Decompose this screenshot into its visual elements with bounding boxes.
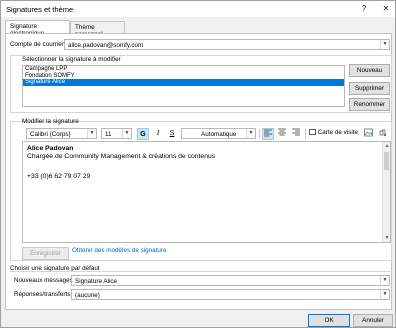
- business-card-button[interactable]: Carte de visite: [309, 129, 358, 139]
- business-card-label: Carte de visite: [317, 129, 358, 136]
- bold-button[interactable]: G: [137, 128, 149, 140]
- delete-button[interactable]: Supprimer: [349, 82, 390, 95]
- new-messages-value: Signature Alice: [75, 277, 118, 285]
- account-label: Compte de courrier: [10, 41, 64, 48]
- new-messages-label: Nouveaux messages :: [14, 277, 77, 284]
- align-center-icon[interactable]: [276, 128, 288, 140]
- ok-button[interactable]: OK: [308, 314, 350, 327]
- chevron-down-icon: ▼: [122, 129, 131, 138]
- underline-button[interactable]: S: [166, 128, 178, 140]
- account-value: alice.padovan@somfy.com: [68, 41, 144, 49]
- list-item-selected[interactable]: Signature Alice: [23, 79, 344, 86]
- font-value: Calibri (Corps): [30, 130, 71, 138]
- italic-button[interactable]: I: [152, 128, 164, 140]
- insert-link-icon[interactable]: [376, 128, 388, 140]
- align-left-icon[interactable]: [262, 128, 274, 140]
- scroll-thumb[interactable]: [384, 152, 389, 170]
- replies-value: (aucune): [75, 291, 100, 299]
- align-right-icon[interactable]: [290, 128, 302, 140]
- chevron-down-icon: ▼: [380, 290, 389, 299]
- business-card-icon: [309, 129, 316, 136]
- get-templates-link[interactable]: Obtenir des modèles de signature: [72, 247, 167, 254]
- chevron-down-icon: ▼: [87, 129, 96, 138]
- select-signature-label: Sélectionner la signature à modifier: [22, 56, 121, 63]
- toolbar-separator: [305, 129, 306, 139]
- signatures-dialog: Signatures et thème ? ✕ Signature électr…: [0, 0, 396, 328]
- replies-label: Réponses/transferts :: [14, 291, 74, 298]
- rename-button[interactable]: Renommer: [349, 98, 390, 111]
- font-select[interactable]: Calibri (Corps) ▼: [26, 128, 97, 139]
- signature-name: Alice Padovan: [27, 145, 74, 152]
- close-button[interactable]: ✕: [379, 3, 393, 15]
- tab-signature[interactable]: Signature électronique: [5, 20, 70, 37]
- title-bar: Signatures et thème ? ✕: [1, 1, 395, 17]
- save-button[interactable]: Enregistrer: [22, 247, 69, 260]
- scroll-up-icon[interactable]: ▲: [383, 142, 391, 150]
- edit-signature-label: Modifier la signature: [22, 118, 79, 125]
- signature-list[interactable]: Campagne LPP Fondation SOMFY Signature A…: [22, 65, 345, 107]
- color-value: Automatique: [201, 130, 237, 138]
- font-size-value: 11: [105, 130, 112, 138]
- signature-editor[interactable]: Alice Padovan Chargée de Community Manag…: [22, 141, 391, 243]
- insert-picture-icon[interactable]: [362, 128, 374, 140]
- toolbar-separator: [259, 129, 260, 139]
- signature-role: Chargée de Community Management & créati…: [27, 153, 216, 160]
- chevron-down-icon: ▼: [380, 276, 389, 285]
- color-select[interactable]: Automatique ▼: [181, 128, 256, 139]
- tab-theme[interactable]: Thème personnel: [70, 21, 125, 38]
- new-button[interactable]: Nouveau: [349, 64, 390, 77]
- dialog-title: Signatures et thème: [6, 5, 74, 14]
- signature-phone: +33 (0)6 62 79 07 29: [27, 173, 91, 180]
- replies-select[interactable]: (aucune) ▼: [71, 289, 390, 300]
- cancel-button[interactable]: Annuler: [353, 314, 393, 327]
- help-button[interactable]: ?: [357, 3, 371, 15]
- editor-scrollbar[interactable]: ▲ ▼: [382, 142, 390, 242]
- chevron-down-icon: ▼: [246, 129, 255, 138]
- scroll-down-icon[interactable]: ▼: [383, 234, 391, 242]
- new-messages-select[interactable]: Signature Alice ▼: [71, 275, 390, 286]
- font-size-select[interactable]: 11 ▼: [101, 128, 132, 139]
- account-select[interactable]: alice.padovan@somfy.com ▼: [64, 39, 390, 50]
- chevron-down-icon: ▼: [380, 40, 389, 49]
